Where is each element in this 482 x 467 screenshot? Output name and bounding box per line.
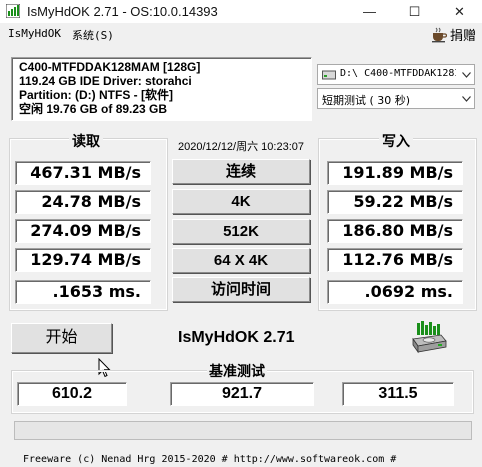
benchmark-total-value: 921.7: [170, 382, 314, 406]
chevron-down-icon: [458, 89, 474, 108]
test-512k-button[interactable]: 512K: [172, 219, 310, 244]
chevron-down-icon: [458, 65, 474, 84]
read-512k-value: 274.09 MB/s: [15, 219, 151, 243]
test-access-time-button[interactable]: 访问时间: [172, 277, 310, 302]
write-access-time-value: .0692 ms.: [327, 280, 463, 304]
read-access-time-value: .1653 ms.: [15, 280, 151, 304]
app-icon: [6, 4, 20, 18]
donate-button[interactable]: 捐赠: [431, 25, 476, 44]
read-sequential-value: 467.31 MB/s: [15, 161, 151, 185]
progress-bar: [14, 421, 472, 440]
drive-icon: [322, 70, 336, 80]
start-button[interactable]: 开始: [11, 323, 112, 353]
test-duration-value: 短期测试 ( 30 秒): [322, 94, 411, 107]
read-label: 读取: [69, 131, 103, 151]
donate-label: 捐赠: [449, 28, 476, 43]
coffee-cup-icon: [431, 27, 447, 42]
hard-disk-icon[interactable]: [411, 321, 447, 355]
disk-info-box: C400-MTFDDAK128MAM [128G] 119.24 GB IDE …: [11, 57, 312, 121]
write-512k-value: 186.80 MB/s: [327, 219, 463, 243]
test-duration-select[interactable]: 短期测试 ( 30 秒): [317, 88, 475, 109]
title-bar: IsMyHdOK 2.71 - OS:10.0.14393 — ☐ ✕: [0, 0, 482, 23]
datetime: 2020/12/12/周六 10:23:07: [178, 141, 304, 153]
benchmark-read-value: 610.2: [17, 382, 127, 406]
disk-partition: Partition: (D:) NTFS - [软件]: [19, 88, 173, 102]
drive-select-value: D:\ C400-MTFDDAK128I: [340, 68, 456, 79]
disk-capacity-driver: 119.24 GB IDE Driver: storahci: [19, 74, 192, 88]
footer-text[interactable]: Freeware (c) Nenad Hrg 2015-2020 # http:…: [0, 454, 482, 465]
close-button[interactable]: ✕: [437, 0, 482, 23]
disk-model: C400-MTFDDAK128MAM [128G]: [19, 60, 201, 74]
minimize-button[interactable]: —: [347, 0, 392, 23]
menu-bar: IsMyHdOK 系统(S) 捐赠: [0, 23, 482, 45]
write-label: 写入: [379, 131, 413, 151]
read-64x4k-value: 129.74 MB/s: [15, 248, 151, 272]
window-title: IsMyHdOK 2.71 - OS:10.0.14393: [27, 4, 218, 19]
drive-select[interactable]: D:\ C400-MTFDDAK128I: [317, 64, 475, 85]
test-64x4k-button[interactable]: 64 X 4K: [172, 248, 310, 273]
benchmark-write-value: 311.5: [342, 382, 454, 406]
program-name: IsMyHdOK 2.71: [178, 329, 295, 346]
menu-item-system[interactable]: 系统(S): [72, 27, 114, 43]
benchmark-label: 基准测试: [207, 361, 267, 381]
menu-item-ismyhdok[interactable]: IsMyHdOK: [8, 27, 61, 40]
maximize-button[interactable]: ☐: [392, 0, 437, 23]
test-sequential-button[interactable]: 连续: [172, 159, 310, 184]
write-sequential-value: 191.89 MB/s: [327, 161, 463, 185]
write-4k-value: 59.22 MB/s: [327, 190, 463, 214]
test-4k-button[interactable]: 4K: [172, 189, 310, 214]
write-64x4k-value: 112.76 MB/s: [327, 248, 463, 272]
disk-free-space: 空闲 19.76 GB of 89.23 GB: [19, 102, 168, 116]
read-4k-value: 24.78 MB/s: [15, 190, 151, 214]
